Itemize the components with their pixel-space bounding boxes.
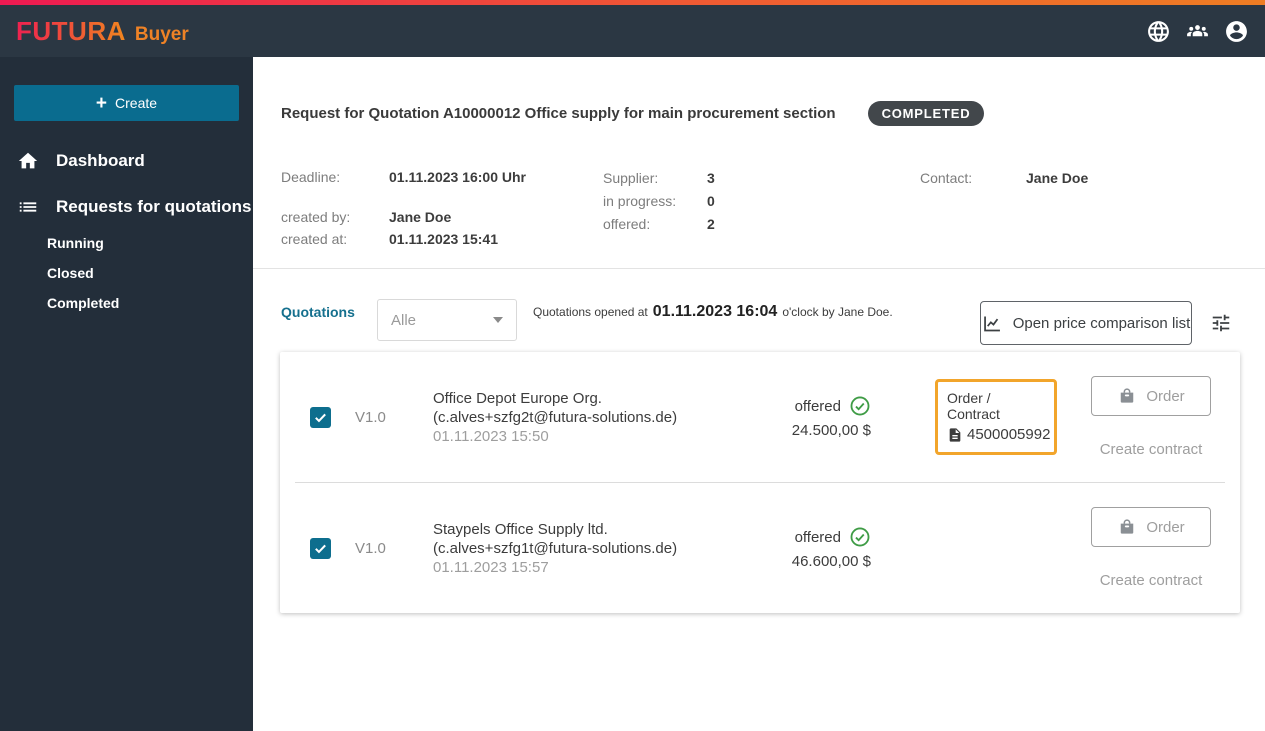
supplier-count-value: 3 (707, 170, 715, 186)
account-icon[interactable] (1224, 19, 1249, 44)
created-at-label: created at: (281, 231, 348, 247)
brand-name: FUTURA (16, 15, 126, 46)
order-button[interactable]: Order (1091, 507, 1211, 547)
document-icon (947, 427, 963, 443)
offered-count-value: 2 (707, 216, 715, 232)
check-circle-icon (849, 395, 871, 417)
offer-price: 24.500,00 $ (791, 422, 871, 439)
quotation-date: 01.11.2023 15:50 (433, 427, 549, 445)
app-logo[interactable]: FUTURA Buyer (16, 16, 189, 47)
supplier-info: Office Depot Europe Org. (c.alves+szfg2t… (433, 389, 743, 446)
open-price-comparison-button[interactable]: Open price comparison list (980, 301, 1192, 345)
sidebar-item-closed[interactable]: Closed (0, 258, 253, 288)
order-number: 4500005992 (967, 426, 1051, 443)
compare-button-label: Open price comparison list (1012, 314, 1191, 332)
supplier-email: (c.alves+szfg2t@futura-solutions.de) (433, 408, 678, 426)
created-by-value: Jane Doe (389, 209, 452, 225)
chevron-down-icon (493, 317, 503, 323)
bag-icon (1117, 386, 1137, 406)
filter-selected-value: Alle (391, 311, 417, 329)
supplier-email: (c.alves+szfg1t@futura-solutions.de) (433, 539, 678, 557)
offer-info: offered 46.600,00 $ (743, 526, 871, 570)
chart-icon (982, 313, 1003, 334)
sidebar-item-running[interactable]: Running (0, 228, 253, 258)
supplier-name: Staypels Office Supply ltd. (433, 520, 608, 538)
supplier-count-label: Supplier: (603, 170, 659, 186)
quotations-section-label: Quotations (281, 304, 355, 320)
home-icon (17, 150, 39, 172)
quotation-version: V1.0 (355, 539, 386, 557)
opened-prefix: Quotations opened at (533, 305, 648, 319)
create-button[interactable]: + Create (14, 85, 239, 121)
app-header: FUTURA Buyer (0, 5, 1265, 57)
status-badge: COMPLETED (867, 101, 985, 126)
quotation-version: V1.0 (355, 408, 386, 426)
brand-suffix: Buyer (134, 23, 189, 45)
opened-suffix: o'clock by Jane Doe. (782, 305, 893, 319)
in-progress-value: 0 (707, 193, 715, 209)
supplier-name: Office Depot Europe Org. (433, 389, 602, 407)
section-divider (253, 268, 1265, 269)
quotation-row-1: V1.0 Office Depot Europe Org. (c.alves+s… (280, 352, 1240, 482)
contact-value: Jane Doe (1026, 170, 1089, 186)
offer-price: 46.600,00 $ (791, 553, 871, 570)
create-contract-link[interactable]: Create contract (1091, 441, 1211, 458)
offer-status-label: offered (794, 528, 841, 546)
create-contract-link[interactable]: Create contract (1091, 572, 1211, 589)
deadline-label: Deadline: (281, 169, 341, 185)
bag-icon (1117, 517, 1137, 537)
quotations-opened-note: Quotations opened at 01.11.2023 16:04 o'… (533, 303, 893, 321)
order-button-label: Order (1146, 518, 1185, 536)
quotation-date: 01.11.2023 15:57 (433, 558, 549, 576)
order-button[interactable]: Order (1091, 376, 1211, 416)
created-by-label: created by: (281, 209, 351, 225)
main-content: Request for Quotation A10000012 Office s… (253, 57, 1265, 731)
order-button-label: Order (1146, 387, 1185, 405)
offer-status-label: offered (794, 397, 841, 415)
create-button-label: Create (115, 95, 158, 111)
deadline-value: 01.11.2023 16:00 Uhr (389, 169, 526, 185)
quotations-card: V1.0 Office Depot Europe Org. (c.alves+s… (280, 352, 1240, 613)
filter-icon[interactable] (1210, 312, 1232, 334)
sidebar-item-completed[interactable]: Completed (0, 288, 253, 318)
page-title: Request for Quotation A10000012 Office s… (281, 105, 836, 122)
offered-count-label: offered: (603, 216, 651, 232)
quotations-filter-select[interactable]: Alle (377, 299, 517, 341)
created-at-value: 01.11.2023 15:41 (389, 231, 498, 247)
row-checkbox[interactable] (310, 537, 331, 559)
header-actions (1146, 19, 1249, 44)
app-window: FUTURA Buyer + Create Dashboard Requests… (0, 0, 1265, 731)
sidebar-item-dashboard[interactable]: Dashboard (0, 141, 253, 181)
offer-info: offered 24.500,00 $ (743, 395, 871, 439)
opened-time: 01.11.2023 16:04 (652, 303, 778, 320)
contact-label: Contact: (920, 170, 973, 186)
supplier-info: Staypels Office Supply ltd. (c.alves+szf… (433, 520, 743, 577)
order-contract-box[interactable]: Order / Contract 4500005992 (935, 379, 1057, 455)
in-progress-label: in progress: (603, 193, 677, 209)
plus-icon: + (95, 92, 108, 114)
sidebar-item-label: Dashboard (56, 151, 145, 170)
order-contract-label: Order / Contract (947, 390, 1000, 422)
sidebar-item-label: Requests for quotations (56, 197, 252, 216)
quotation-row-2: V1.0 Staypels Office Supply ltd. (c.alve… (280, 483, 1240, 613)
sidebar-item-requests[interactable]: Requests for quotations (0, 187, 253, 227)
sidebar: + Create Dashboard Requests for quotatio… (0, 57, 253, 731)
row-checkbox[interactable] (310, 406, 331, 428)
check-circle-icon (849, 526, 871, 548)
list-icon (17, 196, 39, 218)
users-icon[interactable] (1185, 19, 1210, 44)
globe-icon[interactable] (1146, 19, 1171, 44)
